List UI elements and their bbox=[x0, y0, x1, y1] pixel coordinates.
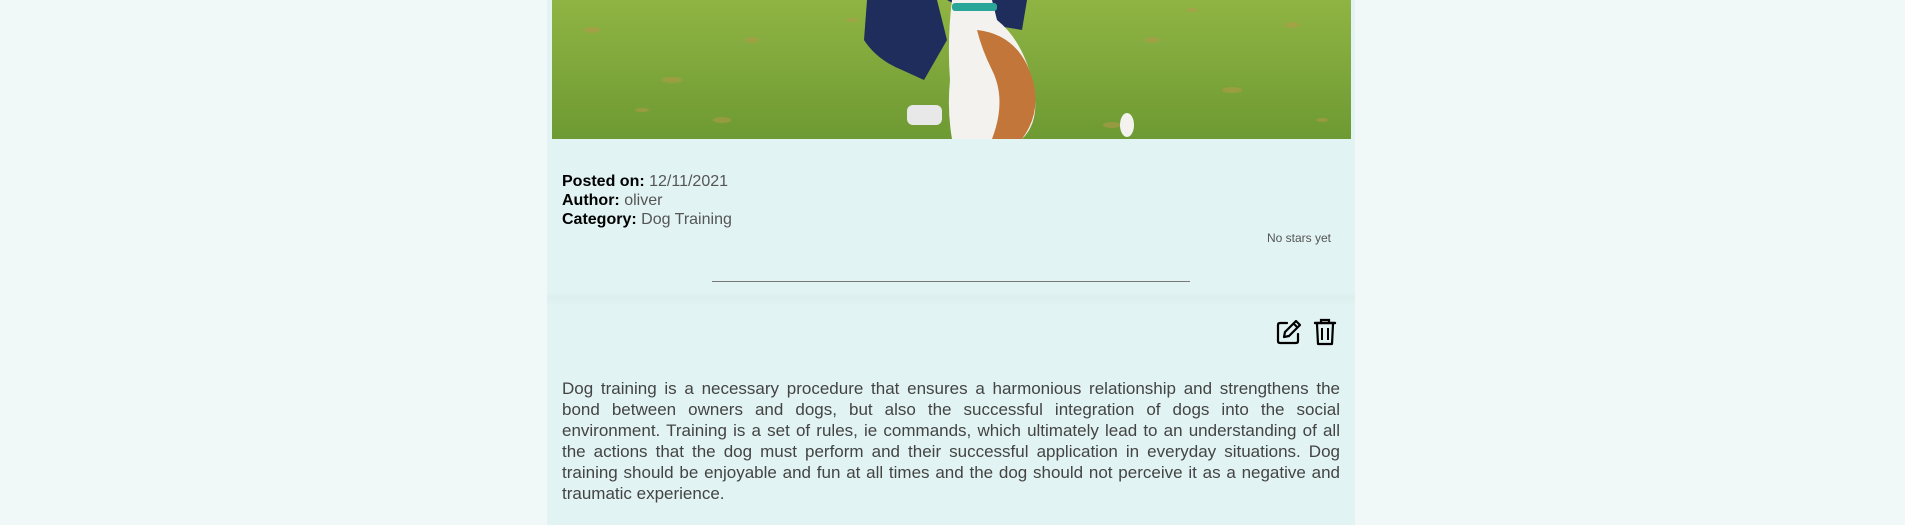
edit-icon bbox=[1276, 319, 1302, 345]
trash-icon bbox=[1313, 318, 1337, 346]
category-row: Category: Dog Training bbox=[562, 210, 732, 229]
divider bbox=[712, 281, 1190, 282]
category-label: Category: bbox=[562, 211, 637, 228]
delete-button[interactable] bbox=[1310, 317, 1340, 347]
post-hero-image bbox=[552, 0, 1351, 139]
post-actions bbox=[1274, 317, 1340, 347]
author-value: oliver bbox=[624, 192, 663, 209]
author-label: Author: bbox=[562, 192, 620, 209]
post-body: Dog training is a necessary procedure th… bbox=[562, 379, 1340, 503]
page: Posted on: 12/11/2021 Author: oliver Cat… bbox=[0, 0, 1905, 525]
post-meta: Posted on: 12/11/2021 Author: oliver Cat… bbox=[562, 172, 732, 229]
author-row: Author: oliver bbox=[562, 191, 732, 210]
rating-status: No stars yet bbox=[1266, 231, 1331, 245]
posted-on-value: 12/11/2021 bbox=[649, 173, 729, 190]
category-value: Dog Training bbox=[641, 211, 732, 228]
posted-on-row: Posted on: 12/11/2021 bbox=[562, 172, 732, 191]
hero-photo bbox=[552, 0, 1351, 139]
posted-on-label: Posted on: bbox=[562, 173, 645, 190]
post-card: Posted on: 12/11/2021 Author: oliver Cat… bbox=[547, 0, 1355, 525]
edit-button[interactable] bbox=[1274, 317, 1304, 347]
section-separator bbox=[547, 292, 1355, 306]
